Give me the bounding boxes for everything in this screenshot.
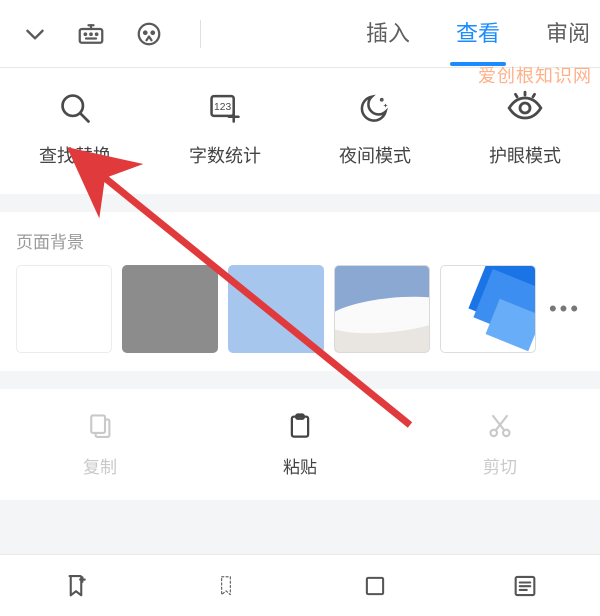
tool-find-replace[interactable]: 查找替换: [39, 88, 111, 168]
tool-night-mode-label: 夜间模式: [339, 142, 411, 168]
rectangle-icon[interactable]: [362, 573, 388, 599]
section-gap-3: [0, 500, 600, 514]
bottom-bar: [0, 554, 600, 616]
edit-cut-label: 剪切: [483, 453, 517, 478]
section-gap: [0, 194, 600, 212]
night-mode-icon: [355, 88, 395, 128]
edit-actions-row: 复制 粘贴 剪切: [0, 389, 600, 500]
tab-review[interactable]: 审阅: [542, 2, 594, 66]
paste-icon: [283, 409, 317, 443]
toolbar-left: [0, 19, 209, 49]
top-toolbar: 插入 查看 审阅: [0, 0, 600, 68]
swatch-white[interactable]: [16, 265, 112, 353]
edit-paste[interactable]: 粘贴: [283, 409, 317, 478]
eye-care-icon: [505, 88, 545, 128]
page-background-title: 页面背景: [16, 228, 584, 253]
cut-icon: [483, 409, 517, 443]
tab-view[interactable]: 查看: [452, 2, 504, 66]
tool-word-count[interactable]: 123 字数统计: [189, 88, 261, 168]
collapse-icon[interactable]: [22, 21, 48, 47]
swatch-pattern-blue-geom[interactable]: [440, 265, 536, 353]
swatch-row: •••: [16, 265, 584, 353]
edit-copy-label: 复制: [83, 453, 117, 478]
list-icon[interactable]: [511, 572, 539, 600]
tool-find-replace-label: 查找替换: [39, 142, 111, 168]
swatch-blue-light[interactable]: [228, 265, 324, 353]
toolbar-tabs: 插入 查看 审阅: [362, 2, 600, 66]
tool-word-count-label: 字数统计: [189, 142, 261, 168]
tool-eye-care[interactable]: 护眼模式: [489, 88, 561, 168]
swatch-pattern-clouds[interactable]: [334, 265, 430, 353]
tab-insert[interactable]: 插入: [362, 2, 414, 66]
bookmark-icon[interactable]: [213, 572, 239, 600]
more-swatches-button[interactable]: •••: [546, 265, 584, 353]
word-count-icon: 123: [205, 88, 245, 128]
edit-paste-label: 粘贴: [283, 453, 317, 478]
swatch-gray[interactable]: [122, 265, 218, 353]
toolbar-divider: [200, 20, 201, 48]
tool-grid: 查找替换 123 字数统计 夜间模式 护眼模式: [0, 68, 600, 194]
assistant-icon[interactable]: [134, 19, 164, 49]
copy-icon: [83, 409, 117, 443]
svg-text:123: 123: [214, 102, 231, 113]
edit-cut: 剪切: [483, 409, 517, 478]
tool-eye-care-label: 护眼模式: [489, 142, 561, 168]
bookmark-add-icon[interactable]: [62, 572, 90, 600]
keyboard-icon[interactable]: [76, 19, 106, 49]
edit-copy: 复制: [83, 409, 117, 478]
page-background-section: 页面背景 •••: [0, 212, 600, 371]
section-gap-2: [0, 371, 600, 389]
tool-night-mode[interactable]: 夜间模式: [339, 88, 411, 168]
search-icon: [55, 88, 95, 128]
